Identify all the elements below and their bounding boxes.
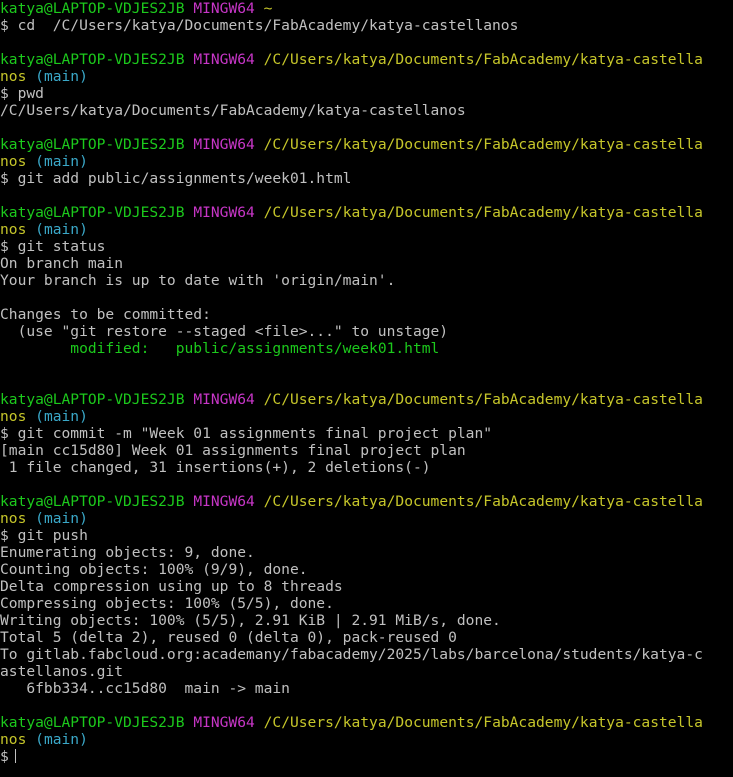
- prompt-path: /C/Users/katya/Documents/FabAcademy/katy…: [263, 51, 703, 68]
- command-line: $ pwd: [0, 85, 44, 102]
- output-line: Counting objects: 100% (9/9), done.: [0, 561, 308, 578]
- prompt-user-host: katya@LAPTOP-VDJES2JB: [0, 493, 185, 510]
- prompt-user-host: katya@LAPTOP-VDJES2JB: [0, 51, 185, 68]
- prompt-user-host: katya@LAPTOP-VDJES2JB: [0, 714, 185, 731]
- output-line: Delta compression using up to 8 threads: [0, 578, 343, 595]
- modified-file: public/assignments/week01.html: [175, 340, 440, 357]
- prompt-line-wrap: nos (main): [0, 221, 733, 238]
- output-line: Your branch is up to date with 'origin/m…: [0, 272, 396, 289]
- text-cursor[interactable]: [14, 749, 16, 763]
- prompt-line-wrap: nos (main): [0, 510, 733, 527]
- output-line: (use "git restore --staged <file>..." to…: [0, 323, 449, 340]
- output-line: Writing objects: 100% (5/5), 2.91 KiB | …: [0, 612, 501, 629]
- prompt-branch: (main): [35, 153, 88, 170]
- prompt-msystem: MINGW64: [193, 51, 255, 68]
- prompt-line: katya@LAPTOP-VDJES2JB MINGW64 /C/Users/k…: [0, 136, 733, 153]
- prompt-user-host: katya@LAPTOP-VDJES2JB: [0, 204, 185, 221]
- output-line: Changes to be committed:: [0, 306, 211, 323]
- prompt-user-host: katya@LAPTOP-VDJES2JB: [0, 136, 185, 153]
- output-line: 6fbb334..cc15d80 main -> main: [0, 680, 290, 697]
- prompt-msystem: MINGW64: [193, 136, 255, 153]
- prompt-msystem: MINGW64: [193, 204, 255, 221]
- prompt-path: ~: [263, 0, 273, 17]
- prompt-msystem: MINGW64: [193, 714, 255, 731]
- terminal-window[interactable]: katya@LAPTOP-VDJES2JB MINGW64 ~ $ cd /C/…: [0, 0, 733, 777]
- prompt-msystem: MINGW64: [193, 493, 255, 510]
- input-line[interactable]: $: [0, 748, 733, 765]
- prompt-branch: (main): [35, 68, 88, 85]
- prompt-line: katya@LAPTOP-VDJES2JB MINGW64 /C/Users/k…: [0, 391, 733, 408]
- prompt-path-cont: nos: [0, 153, 27, 170]
- prompt-line: katya@LAPTOP-VDJES2JB MINGW64 ~: [0, 0, 733, 17]
- prompt-path: /C/Users/katya/Documents/FabAcademy/katy…: [263, 714, 703, 731]
- prompt-symbol: $: [0, 748, 9, 765]
- prompt-line: katya@LAPTOP-VDJES2JB MINGW64 /C/Users/k…: [0, 51, 733, 68]
- prompt-path: /C/Users/katya/Documents/FabAcademy/katy…: [263, 493, 703, 510]
- prompt-path-cont: nos: [0, 408, 27, 425]
- output-line: 1 file changed, 31 insertions(+), 2 dele…: [0, 459, 431, 476]
- prompt-user-host: katya@LAPTOP-VDJES2JB: [0, 391, 185, 408]
- prompt-branch: (main): [35, 408, 88, 425]
- prompt-line-wrap: nos (main): [0, 731, 733, 748]
- prompt-path-cont: nos: [0, 510, 27, 527]
- prompt-path: /C/Users/katya/Documents/FabAcademy/katy…: [263, 136, 703, 153]
- prompt-line-wrap: nos (main): [0, 68, 733, 85]
- output-line: /C/Users/katya/Documents/FabAcademy/katy…: [0, 102, 466, 119]
- prompt-path: /C/Users/katya/Documents/FabAcademy/katy…: [263, 204, 703, 221]
- output-line: astellanos.git: [0, 663, 124, 680]
- output-line: Enumerating objects: 9, done.: [0, 544, 255, 561]
- command-line: $ git status: [0, 238, 106, 255]
- output-line: [main cc15d80] Week 01 assignments final…: [0, 442, 466, 459]
- prompt-branch: (main): [35, 221, 88, 238]
- prompt-user-host: katya@LAPTOP-VDJES2JB: [0, 0, 185, 17]
- prompt-msystem: MINGW64: [193, 0, 255, 17]
- command-line: $ git push: [0, 527, 88, 544]
- command-line: $ cd /C/Users/katya/Documents/FabAcademy…: [0, 17, 519, 34]
- prompt-path: /C/Users/katya/Documents/FabAcademy/katy…: [263, 391, 703, 408]
- output-line: To gitlab.fabcloud.org:academany/fabacad…: [0, 646, 703, 663]
- prompt-msystem: MINGW64: [193, 391, 255, 408]
- prompt-path-cont: nos: [0, 221, 27, 238]
- command-line: $ git add public/assignments/week01.html: [0, 170, 352, 187]
- prompt-branch: (main): [35, 510, 88, 527]
- prompt-path-cont: nos: [0, 68, 27, 85]
- prompt-line-wrap: nos (main): [0, 153, 733, 170]
- modified-file-line: modified: public/assignments/week01.html: [0, 340, 733, 357]
- prompt-line-wrap: nos (main): [0, 408, 733, 425]
- prompt-line: katya@LAPTOP-VDJES2JB MINGW64 /C/Users/k…: [0, 493, 733, 510]
- prompt-path-cont: nos: [0, 731, 27, 748]
- prompt-branch: (main): [35, 731, 88, 748]
- modified-label: modified:: [0, 340, 176, 357]
- command-line: $ git commit -m "Week 01 assignments fin…: [0, 425, 493, 442]
- prompt-line: katya@LAPTOP-VDJES2JB MINGW64 /C/Users/k…: [0, 714, 733, 731]
- prompt-line: katya@LAPTOP-VDJES2JB MINGW64 /C/Users/k…: [0, 204, 733, 221]
- output-line: Total 5 (delta 2), reused 0 (delta 0), p…: [0, 629, 457, 646]
- output-line: On branch main: [0, 255, 124, 272]
- output-line: Compressing objects: 100% (5/5), done.: [0, 595, 334, 612]
